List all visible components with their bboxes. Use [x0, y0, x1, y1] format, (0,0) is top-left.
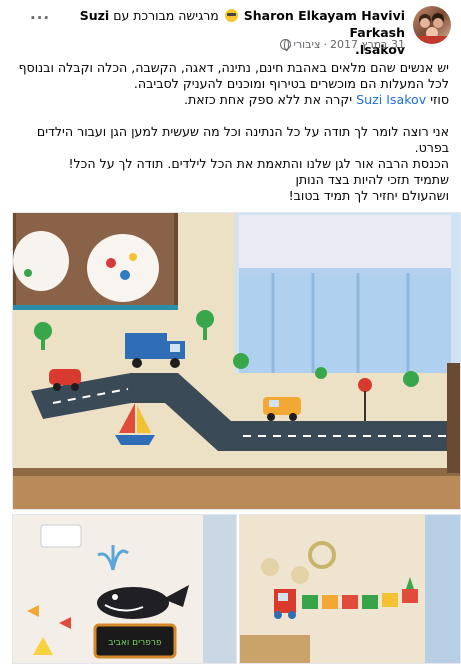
post-photo-train[interactable] — [239, 514, 461, 664]
paragraph-1: יש אנשים שהם מלאים באהבת חינם, נתינה, דא… — [18, 60, 449, 91]
author-name[interactable]: Sharon Elkayam Havivi — [244, 8, 405, 23]
train-mural-photo — [240, 515, 460, 663]
paragraph-5: שתמיד תזכי להיות בצד הנותן — [295, 172, 449, 187]
feeling-text: מרגישה מבורכת עם — [113, 8, 219, 23]
mention-link[interactable]: Suzi Isakov — [356, 92, 426, 107]
post-header: ··· Sharon Elkayam Havivi מרגישה מבורכת … — [0, 0, 461, 57]
post-meta: 31 במרץ 2017 · ציבורי — [279, 38, 405, 51]
paragraph-4: הכנסת הרבה אור לגן שלנו והתאמת את הכל לי… — [68, 156, 449, 171]
globe-icon[interactable] — [279, 39, 291, 51]
paragraph-2: סוזי Suzi Isakov יקרה את ללא ספק אחת כזא… — [183, 92, 449, 107]
post-date[interactable]: 31 במרץ 2017 — [330, 38, 405, 51]
privacy-label: ציבורי — [293, 38, 321, 51]
whale-mural-photo: פרפרים ואביב — [13, 515, 236, 663]
avatar-photo — [417, 13, 447, 44]
paragraph-3: אני רוצה לומר לך תודה על כל הנתינה וכל מ… — [36, 124, 449, 155]
whale-sign-text: פרפרים ואביב — [108, 638, 162, 648]
paragraph-6: ושהעולם יחזיר לך תמיד בטוב! — [288, 188, 449, 203]
post-text: יש אנשים שהם מלאים באהבת חינם, נתינה, דא… — [9, 60, 449, 204]
smiling-face-icon — [224, 9, 238, 22]
post-photo-main[interactable] — [12, 212, 461, 510]
wall-mural-photo — [13, 213, 460, 509]
meta-separator: · — [323, 38, 328, 51]
avatar[interactable] — [413, 6, 451, 44]
post-photo-whale[interactable]: פרפרים ואביב — [12, 514, 237, 664]
